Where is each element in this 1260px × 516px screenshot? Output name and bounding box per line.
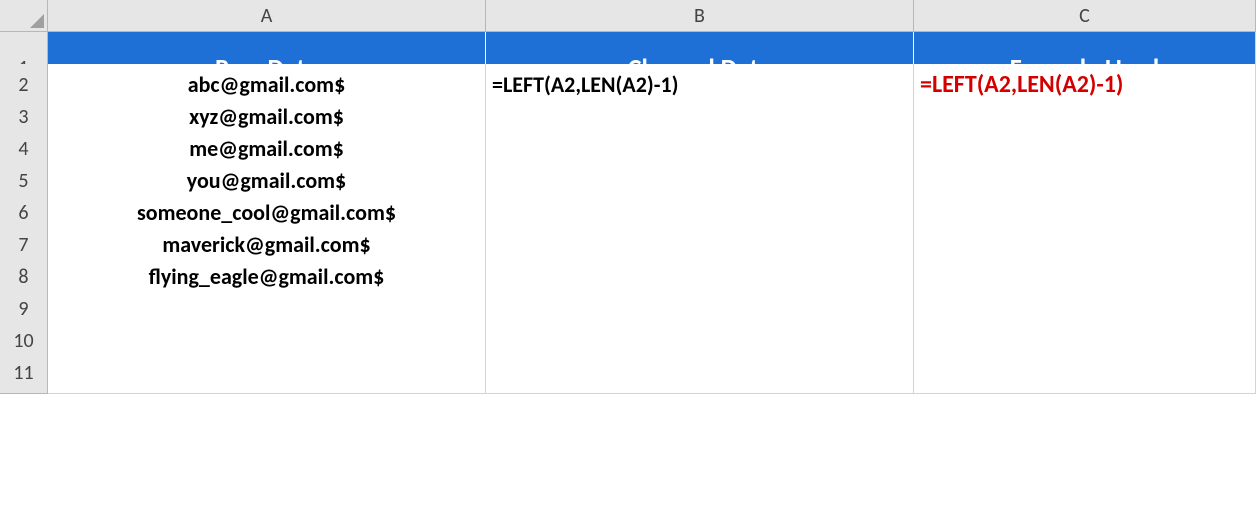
cell-B11[interactable] xyxy=(486,352,914,394)
select-all-corner[interactable] xyxy=(0,0,48,32)
col-header-C[interactable]: C xyxy=(914,0,1256,32)
col-header-B[interactable]: B xyxy=(486,0,914,32)
cell-C11[interactable] xyxy=(914,352,1256,394)
cell-A11[interactable] xyxy=(48,352,486,394)
row-header-11[interactable]: 11 xyxy=(0,352,48,394)
spreadsheet-grid: A B C 1 Raw Data Cleaned Data Formula Us… xyxy=(0,0,1260,384)
col-header-A[interactable]: A xyxy=(48,0,486,32)
